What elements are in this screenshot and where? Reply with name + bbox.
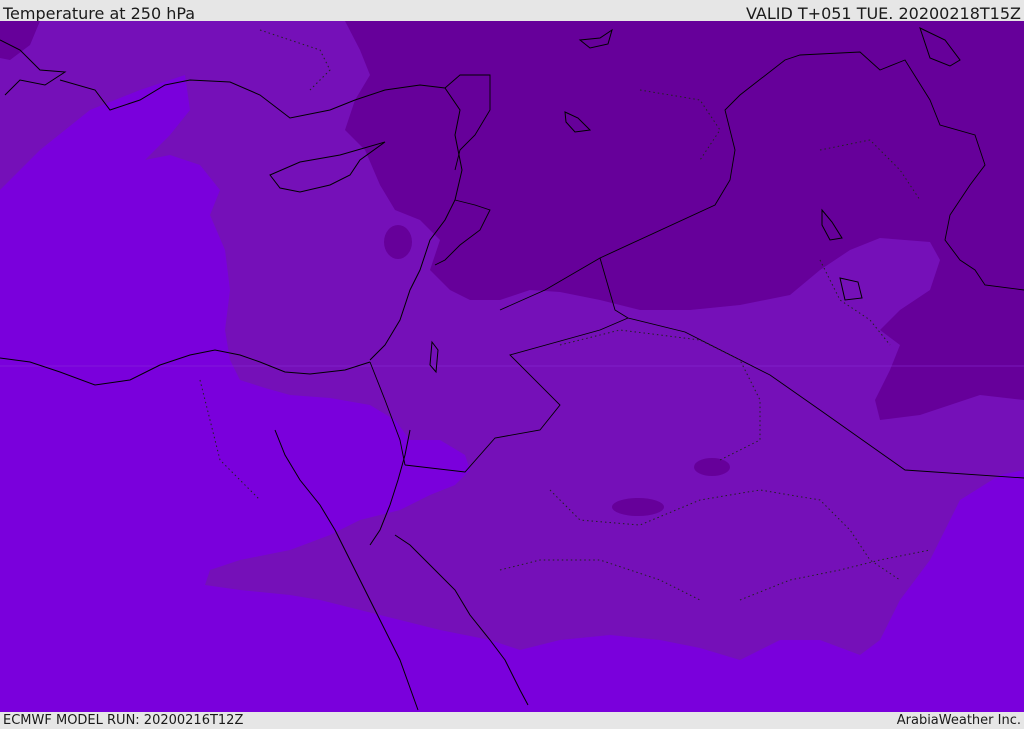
footer-bar: ECMWF MODEL RUN: 20200216T12Z ArabiaWeat… <box>0 712 1024 729</box>
credit-label: ArabiaWeather Inc. <box>896 713 1021 728</box>
map-panel <box>0 21 1024 712</box>
cold-blob-2 <box>694 458 730 476</box>
header-bar: Temperature at 250 hPa VALID T+051 TUE. … <box>0 0 1024 23</box>
cold-blob-1 <box>384 225 412 259</box>
cold-blob-3 <box>612 498 664 516</box>
temperature-map <box>0 21 1024 712</box>
model-run-label: ECMWF MODEL RUN: 20200216T12Z <box>3 713 244 728</box>
